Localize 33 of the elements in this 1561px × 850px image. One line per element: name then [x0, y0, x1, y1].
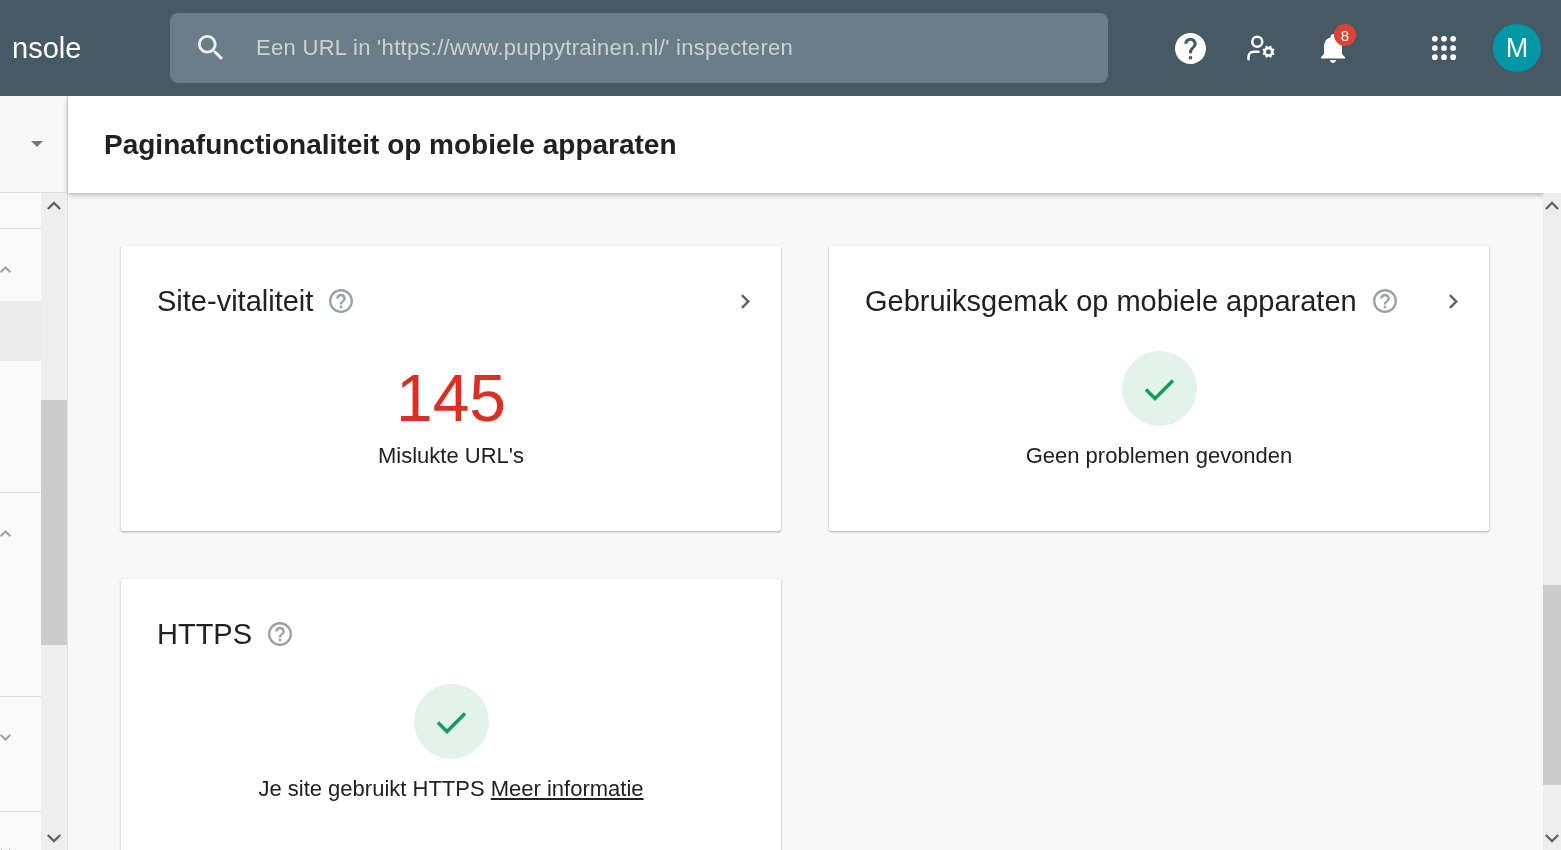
failed-url-count: 145: [395, 362, 507, 434]
help-icon[interactable]: [1174, 32, 1206, 64]
notification-badge: 8: [1334, 24, 1356, 46]
caret-down-icon[interactable]: [31, 141, 43, 147]
chevron-down-icon[interactable]: [0, 734, 11, 741]
scrollbar-thumb[interactable]: [1543, 585, 1561, 785]
more-info-link[interactable]: Meer informatie: [490, 776, 644, 801]
check-circle-icon: [1121, 351, 1197, 426]
page-title: Paginafunctionaliteit op mobiele apparaten: [104, 128, 677, 161]
status-text: Je site gebruikt HTTPS Meer informatie: [258, 775, 644, 803]
search-field[interactable]: Een URL in 'https://www.puppytrainen.nl/' inspecteren: [170, 13, 1108, 83]
chevron-right-icon[interactable]: [741, 293, 750, 309]
chevron-up-icon[interactable]: [47, 200, 61, 210]
scrollbar[interactable]: [1543, 193, 1561, 850]
person-gear-icon[interactable]: [1246, 33, 1276, 63]
scrollbar-thumb[interactable]: [41, 400, 67, 645]
chevron-down-icon[interactable]: [47, 833, 61, 843]
card-title: Gebruiksgemak op mobiele apparaten: [865, 284, 1357, 318]
chevron-down-icon[interactable]: [1545, 833, 1559, 843]
logo-text[interactable]: nsole: [12, 31, 82, 64]
check-circle-icon: [413, 684, 489, 759]
chevron-right-icon[interactable]: [1449, 293, 1458, 309]
chevron-up-icon[interactable]: [1545, 200, 1559, 210]
avatar[interactable]: M: [1493, 24, 1541, 72]
card-caption: Mislukte URL's: [378, 442, 524, 470]
apps-grid-icon[interactable]: [1432, 36, 1456, 60]
search-icon[interactable]: [198, 35, 223, 60]
scrollbar[interactable]: [41, 193, 67, 850]
card-title: HTTPS: [157, 617, 253, 651]
chevron-up-icon[interactable]: [0, 530, 11, 537]
chevron-up-icon[interactable]: [0, 266, 11, 273]
status-text: Geen problemen gevonden: [1025, 442, 1293, 470]
card-title: Site-vitaliteit: [157, 284, 314, 318]
